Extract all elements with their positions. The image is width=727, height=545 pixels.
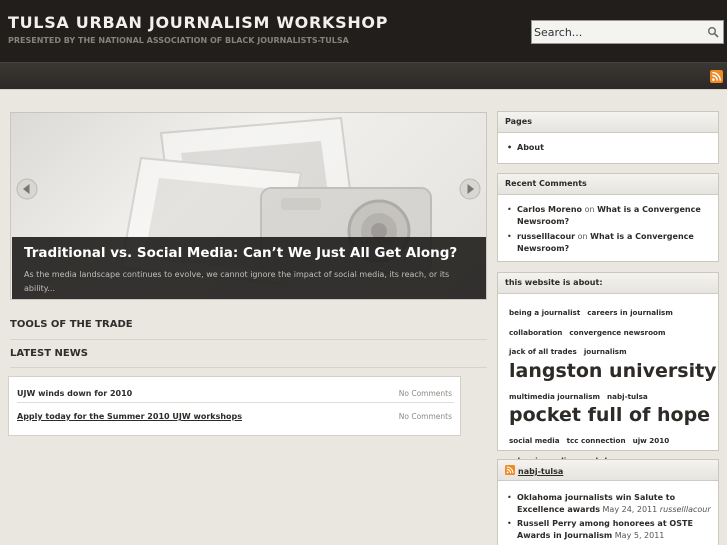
tag-link[interactable]: ujw 2010 <box>633 434 670 448</box>
content-divider <box>0 89 727 90</box>
news-item[interactable]: Apply today for the Summer 2010 UJW work… <box>9 407 460 429</box>
feed-item: Oklahoma journalists win Salute to Excel… <box>505 492 712 516</box>
feed-item-date: May 24, 2011 <box>602 505 658 514</box>
comment-author[interactable]: Carlos Moreno <box>517 205 582 214</box>
feed-title-link[interactable]: nabj-tulsa <box>518 467 563 476</box>
comment-on: on <box>584 205 595 214</box>
slider-prev-icon[interactable] <box>16 178 38 200</box>
tag-link[interactable]: being a journalist <box>509 306 580 320</box>
news-title[interactable]: UJW winds down for 2010 <box>17 389 132 398</box>
site-tagline: PRESENTED BY THE NATIONAL ASSOCIATION OF… <box>8 36 349 45</box>
news-list: UJW winds down for 2010 No Comments Appl… <box>8 376 461 436</box>
news-divider <box>17 402 454 403</box>
tag-link[interactable]: careers in journalism <box>587 306 673 320</box>
feed-item-date: May 5, 2011 <box>614 531 665 540</box>
slider-next-icon[interactable] <box>459 178 481 200</box>
comment-author[interactable]: russelllacour <box>517 232 575 241</box>
tag-link[interactable]: nabj-tulsa <box>607 390 648 404</box>
tag-link[interactable]: langston university <box>509 359 717 384</box>
search-icon[interactable] <box>707 26 719 38</box>
comment-on: on <box>577 232 588 241</box>
tag-link[interactable]: social media <box>509 434 560 448</box>
feed-heading-row: nabj-tulsa <box>498 460 718 481</box>
recent-comments-heading: Recent Comments <box>498 174 718 195</box>
feed-item: Russell Perry among honorees at OSTE Awa… <box>505 518 712 542</box>
comment-item: Carlos Moreno on What is a Convergence N… <box>505 204 712 228</box>
search-input[interactable] <box>534 23 704 41</box>
featured-slider[interactable]: Traditional vs. Social Media: Can’t We J… <box>10 112 487 300</box>
tag-link[interactable]: collaboration <box>509 326 562 340</box>
tag-cloud: being a journalist careers in journalism … <box>498 294 718 467</box>
latest-news-heading: LATEST NEWS <box>10 348 88 359</box>
slide-caption: Traditional vs. Social Media: Can’t We J… <box>12 237 486 299</box>
tag-link[interactable]: jack of all trades <box>509 345 577 359</box>
page-link-about[interactable]: About <box>505 142 712 154</box>
tag-link[interactable]: multimedia journalism <box>509 390 600 404</box>
comment-item: russelllacour on What is a Convergence N… <box>505 231 712 255</box>
tag-cloud-widget: this website is about: being a journalis… <box>497 272 719 465</box>
tag-link[interactable]: pocket full of hope <box>509 403 710 428</box>
tag-cloud-heading: this website is about: <box>498 273 718 294</box>
site-header: TULSA URBAN JOURNALISM WORKSHOP PRESENTE… <box>0 0 727 62</box>
pages-widget: Pages About <box>497 111 719 164</box>
feed-item-title[interactable]: Russell Perry among honorees at OSTE Awa… <box>517 519 693 540</box>
tag-link[interactable]: journalism <box>584 345 627 359</box>
rss-icon[interactable] <box>505 465 515 475</box>
slide-title[interactable]: Traditional vs. Social Media: Can’t We J… <box>24 245 457 261</box>
news-comments[interactable]: No Comments <box>399 389 452 398</box>
rss-feed-icon[interactable] <box>710 70 723 83</box>
pages-heading: Pages <box>498 112 718 133</box>
tools-heading: TOOLS OF THE TRADE <box>10 319 133 330</box>
search-box <box>531 20 724 44</box>
tag-link[interactable]: convergence newsroom <box>569 326 665 340</box>
section-divider <box>10 367 487 368</box>
section-divider <box>10 339 487 340</box>
site-title[interactable]: TULSA URBAN JOURNALISM WORKSHOP <box>8 13 388 32</box>
feed-item-author: russelllacour <box>659 505 711 514</box>
nav-bar <box>0 62 727 89</box>
tag-link[interactable]: tcc connection <box>567 434 626 448</box>
feed-widget: nabj-tulsa Oklahoma journalists win Salu… <box>497 459 719 545</box>
slide-excerpt: As the media landscape continues to evol… <box>24 270 450 293</box>
recent-comments-widget: Recent Comments Carlos Moreno on What is… <box>497 173 719 262</box>
news-comments[interactable]: No Comments <box>399 412 452 421</box>
news-title[interactable]: Apply today for the Summer 2010 UJW work… <box>17 412 242 421</box>
